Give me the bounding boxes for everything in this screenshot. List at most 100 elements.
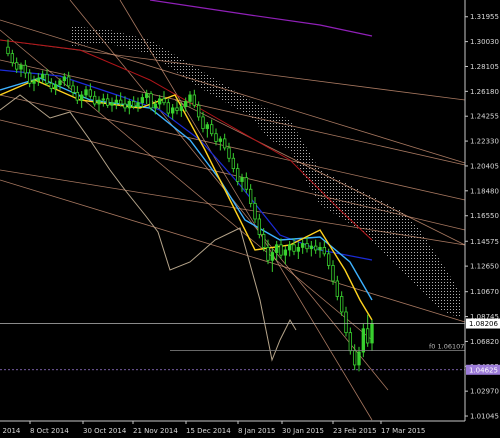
price-tick-label: 1.12650	[470, 263, 499, 271]
candle-body	[179, 106, 184, 111]
candle-body	[344, 311, 348, 334]
candle-body	[222, 138, 227, 149]
price-tick-label: 1.26180	[470, 88, 499, 96]
candle-body	[58, 80, 62, 86]
candle-body	[266, 246, 270, 261]
candle-body	[331, 265, 335, 282]
candle-body	[32, 80, 36, 84]
candle-body	[357, 351, 361, 366]
price-axis: 1.31955 1.30030 1.28105 1.26180 1.24255 1.223…	[464, 0, 500, 421]
lagging-span-line	[0, 94, 297, 362]
candle-body	[144, 93, 149, 98]
candle-body	[322, 246, 327, 255]
candle-body	[370, 323, 374, 344]
channel-line	[174, 99, 466, 246]
candle-body	[23, 64, 28, 74]
candle-body	[66, 76, 71, 87]
price-tick-label: 1.02970	[470, 388, 499, 396]
candle-body	[49, 82, 54, 89]
candle-body	[79, 94, 84, 101]
time-tick-label: 8 Jan 2015	[238, 427, 276, 435]
candle-body	[140, 97, 145, 104]
ichimoku-cloud	[70, 26, 460, 318]
fibo-label: f0 1.06107	[429, 343, 464, 351]
candle-body	[305, 243, 309, 250]
candle-body	[279, 244, 283, 256]
candle-body	[231, 157, 236, 169]
candle-body	[53, 84, 58, 89]
candle-body	[131, 101, 136, 107]
candle-body	[14, 62, 19, 70]
candle-body	[40, 73, 45, 79]
candle-body	[209, 124, 214, 135]
candle-body	[62, 76, 67, 82]
time-tick-label: 17 Mar 2015	[381, 427, 425, 435]
candle-body	[110, 102, 114, 106]
channel-line	[0, 119, 466, 231]
candle-body	[127, 101, 132, 109]
candle-body	[162, 98, 166, 104]
candle-body	[188, 94, 192, 102]
candle-body	[170, 107, 175, 114]
cloud-area	[70, 26, 460, 318]
price-tick-label: 1.06820	[470, 338, 499, 346]
price-tick-label: 1.22330	[470, 138, 499, 146]
current-price-label: 1.08206	[469, 320, 498, 328]
candle-body	[166, 102, 171, 114]
candle-body	[309, 245, 314, 250]
price-tick-label: 1.28105	[470, 63, 499, 71]
candle-body	[283, 249, 288, 256]
candle-body	[326, 253, 331, 266]
candle-body	[335, 280, 340, 297]
price-tick-label: 1.01045	[470, 413, 499, 421]
candle-body	[118, 99, 123, 105]
candle-body	[6, 46, 10, 55]
candles	[6, 39, 374, 372]
price-tick-label: 1.14575	[470, 238, 499, 246]
time-tick-label: 30 Oct 2014	[83, 427, 127, 435]
candle-body	[339, 296, 344, 313]
candle-body	[75, 91, 80, 101]
price-levels: f0 1.06107	[0, 323, 465, 371]
time-tick-label: 23 Feb 2015	[333, 427, 377, 435]
price-tick-label: 1.20405	[470, 162, 499, 170]
time-tick-label: 8 Oct 2014	[30, 427, 69, 435]
candle-body	[318, 246, 322, 251]
candle-body	[257, 218, 262, 235]
candle-body	[175, 107, 179, 111]
candle-body	[97, 99, 101, 105]
price-tick-label: 1.30030	[470, 38, 499, 46]
candle-body	[114, 99, 119, 104]
price-tick-label: 1.10670	[470, 288, 499, 296]
candle-body	[84, 89, 88, 96]
candle-body	[205, 124, 210, 129]
candle-body	[248, 188, 253, 204]
candle-body	[348, 332, 353, 352]
candle-body	[235, 168, 240, 182]
candle-body	[153, 103, 158, 109]
candle-body	[218, 138, 223, 142]
candle-body	[123, 103, 127, 109]
candle-body	[201, 116, 205, 129]
candle-body	[240, 177, 244, 182]
time-axis: 24 Sep 2014 8 Oct 2014 30 Oct 2014 21 Nov 2…	[0, 420, 465, 435]
trend-channel-lines	[0, 0, 466, 421]
ma-line	[149, 0, 373, 37]
moving-average-lines	[0, 0, 373, 321]
candle-body	[352, 350, 357, 366]
candle-body	[136, 102, 140, 107]
candle-body	[157, 98, 162, 105]
lagging-line	[0, 94, 297, 362]
candle-body	[149, 93, 153, 109]
candle-body	[214, 133, 218, 142]
time-tick-label: 30 Jan 2015	[282, 427, 324, 435]
time-tick-label: 24 Sep 2014	[0, 427, 21, 435]
candle-body	[27, 72, 32, 84]
price-tick-label: 1.24255	[470, 113, 499, 121]
candle-body	[313, 245, 318, 251]
price-chart[interactable]: f0 1.06107 1.319551.300301.281051.261801…	[0, 0, 500, 438]
candle-body	[361, 328, 366, 353]
candle-body	[101, 98, 106, 101]
candle-body	[270, 252, 275, 261]
candle-body	[365, 328, 370, 344]
